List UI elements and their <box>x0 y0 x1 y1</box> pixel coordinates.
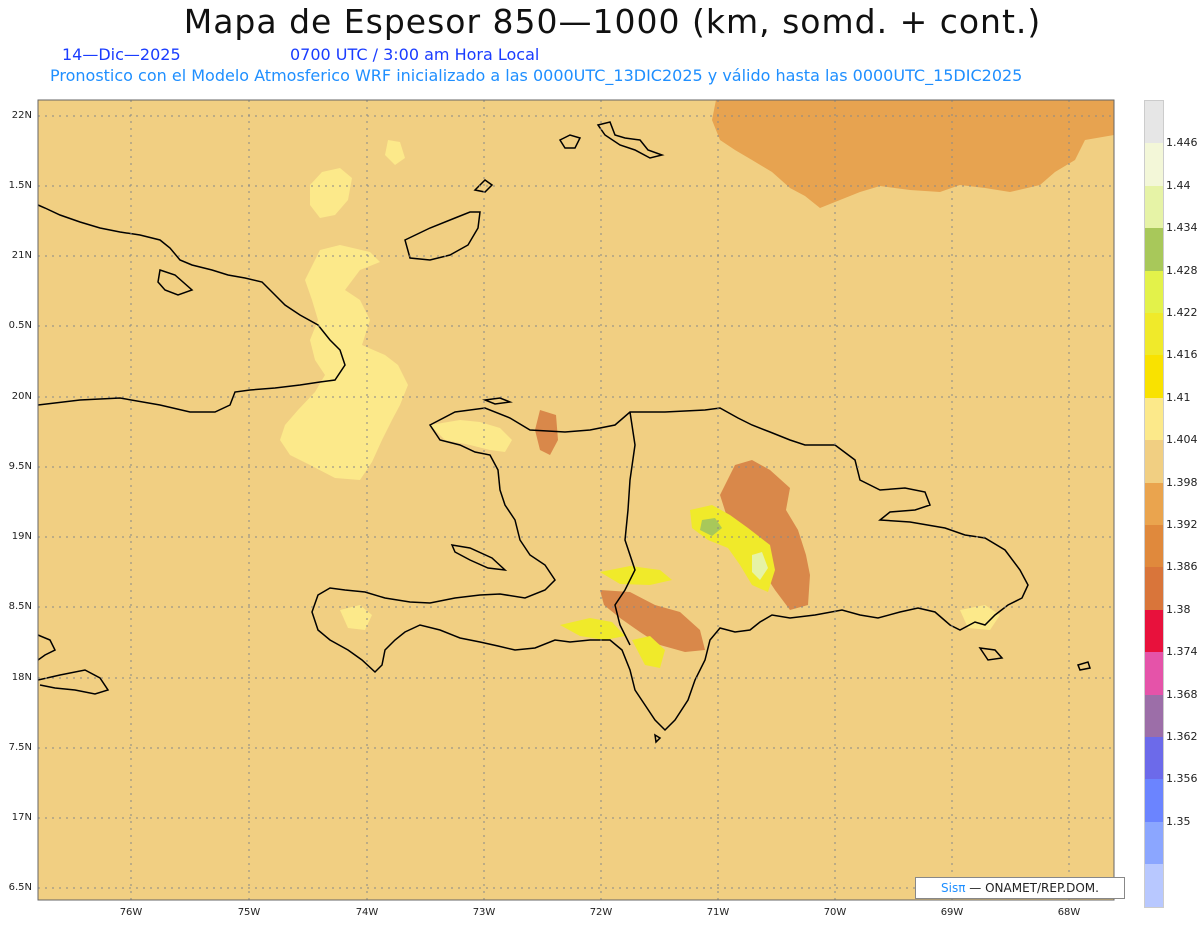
legend-label: 1.362 <box>1166 730 1198 743</box>
lat-label: 19N <box>11 531 32 542</box>
color-legend <box>1144 100 1164 908</box>
lon-label: 75W <box>237 907 261 918</box>
legend-swatch <box>1145 228 1163 271</box>
legend-swatch <box>1145 737 1163 780</box>
legend-label: 1.404 <box>1166 433 1198 447</box>
legend-swatch <box>1145 525 1163 568</box>
legend-label: 1.38 <box>1166 602 1191 616</box>
legend-swatch <box>1145 355 1163 398</box>
legend-swatch <box>1145 270 1163 313</box>
lat-label: 21N <box>11 250 32 261</box>
legend-swatch <box>1145 567 1163 610</box>
credit-text: — ONAMET/REP.DOM. <box>965 881 1099 895</box>
lon-label: 69W <box>940 907 964 918</box>
legend-swatch <box>1145 482 1163 525</box>
legend-swatch <box>1145 821 1163 865</box>
legend-label: 1.374 <box>1166 645 1198 659</box>
map-background <box>38 100 1114 900</box>
legend-label: 1.368 <box>1166 687 1198 701</box>
lat-label: 1.5N <box>8 180 32 191</box>
legend-swatch <box>1145 694 1163 737</box>
lat-label: 6.5N <box>8 882 32 893</box>
legend-swatch <box>1145 440 1163 483</box>
lat-label: 20N <box>11 391 32 402</box>
lon-label: 76W <box>119 907 143 918</box>
lat-label: 0.5N <box>8 320 32 331</box>
legend-label: 1.356 <box>1166 772 1198 786</box>
legend-label: 1.392 <box>1166 518 1198 531</box>
legend-label: 1.398 <box>1166 475 1198 489</box>
lon-label: 71W <box>706 907 730 918</box>
legend-label: 1.434 <box>1166 221 1198 235</box>
legend-label: 1.428 <box>1166 263 1198 277</box>
legend-label: 1.41 <box>1166 390 1191 404</box>
lon-label: 73W <box>472 907 496 918</box>
lon-label: 70W <box>823 907 847 918</box>
legend-swatch <box>1145 864 1163 907</box>
legend-label: 1.44 <box>1166 178 1191 192</box>
lat-label: 9.5N <box>8 461 32 472</box>
legend-swatch <box>1145 652 1163 695</box>
legend-swatch <box>1145 143 1163 186</box>
credit-box: Sisπ — ONAMET/REP.DOM. <box>915 877 1125 899</box>
lat-label: 18N <box>11 672 32 683</box>
lat-label: 22N <box>11 110 32 121</box>
legend-label: 1.35 <box>1166 814 1191 828</box>
lon-label: 68W <box>1057 907 1081 918</box>
lon-label: 72W <box>589 907 613 918</box>
legend-swatch <box>1145 185 1163 229</box>
legend-swatch <box>1145 313 1163 356</box>
lat-label: 17N <box>11 812 32 823</box>
lon-label: 74W <box>355 907 379 918</box>
legend-label: 1.416 <box>1166 348 1198 362</box>
legend-swatch <box>1145 101 1163 144</box>
lat-label: 8.5N <box>8 601 32 612</box>
legend-swatch <box>1145 609 1163 653</box>
lat-label: 7.5N <box>8 742 32 753</box>
legend-swatch <box>1145 397 1163 441</box>
legend-label: 1.446 <box>1166 136 1198 150</box>
legend-label: 1.386 <box>1166 560 1198 574</box>
credit-brand: Sisπ <box>941 881 966 895</box>
legend-swatch <box>1145 779 1163 822</box>
thickness-map <box>37 99 1115 901</box>
legend-label: 1.422 <box>1166 306 1198 319</box>
